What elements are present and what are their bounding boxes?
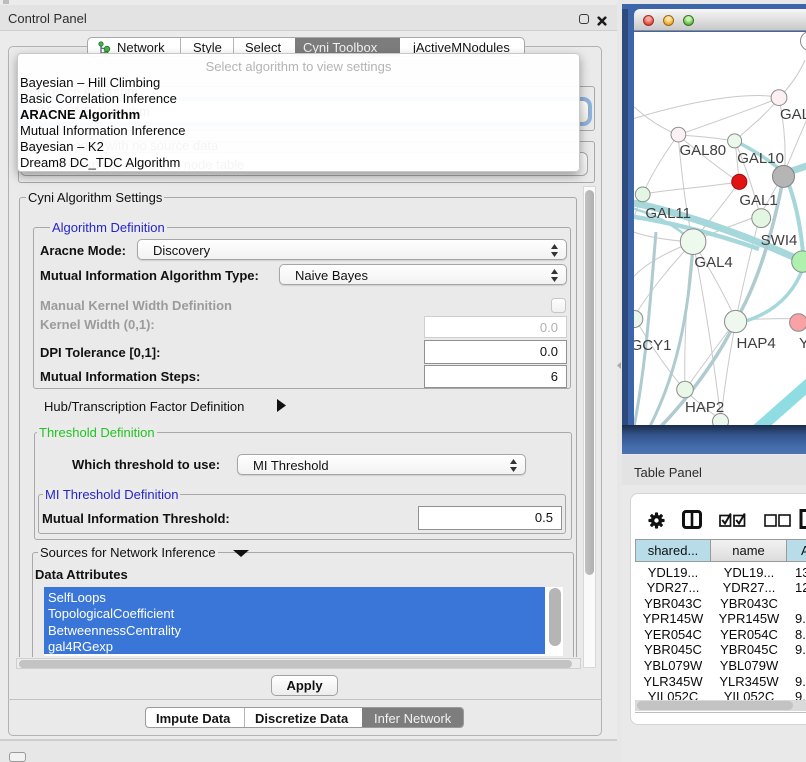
svg-text:GAL2: GAL2 <box>780 106 806 123</box>
svg-text:HAP2: HAP2 <box>685 399 724 416</box>
svg-text:GAL10: GAL10 <box>737 150 784 167</box>
svg-text:GAL4: GAL4 <box>694 254 732 271</box>
svg-text:HAP4: HAP4 <box>737 335 776 352</box>
svg-text:GAL80: GAL80 <box>679 142 726 159</box>
svg-text:SWI4: SWI4 <box>761 232 798 249</box>
svg-text:YJ: YJ <box>799 335 806 352</box>
svg-text:GAL11: GAL11 <box>645 205 691 222</box>
svg-text:GAL1: GAL1 <box>739 192 777 209</box>
svg-text:GCY1: GCY1 <box>634 337 671 354</box>
